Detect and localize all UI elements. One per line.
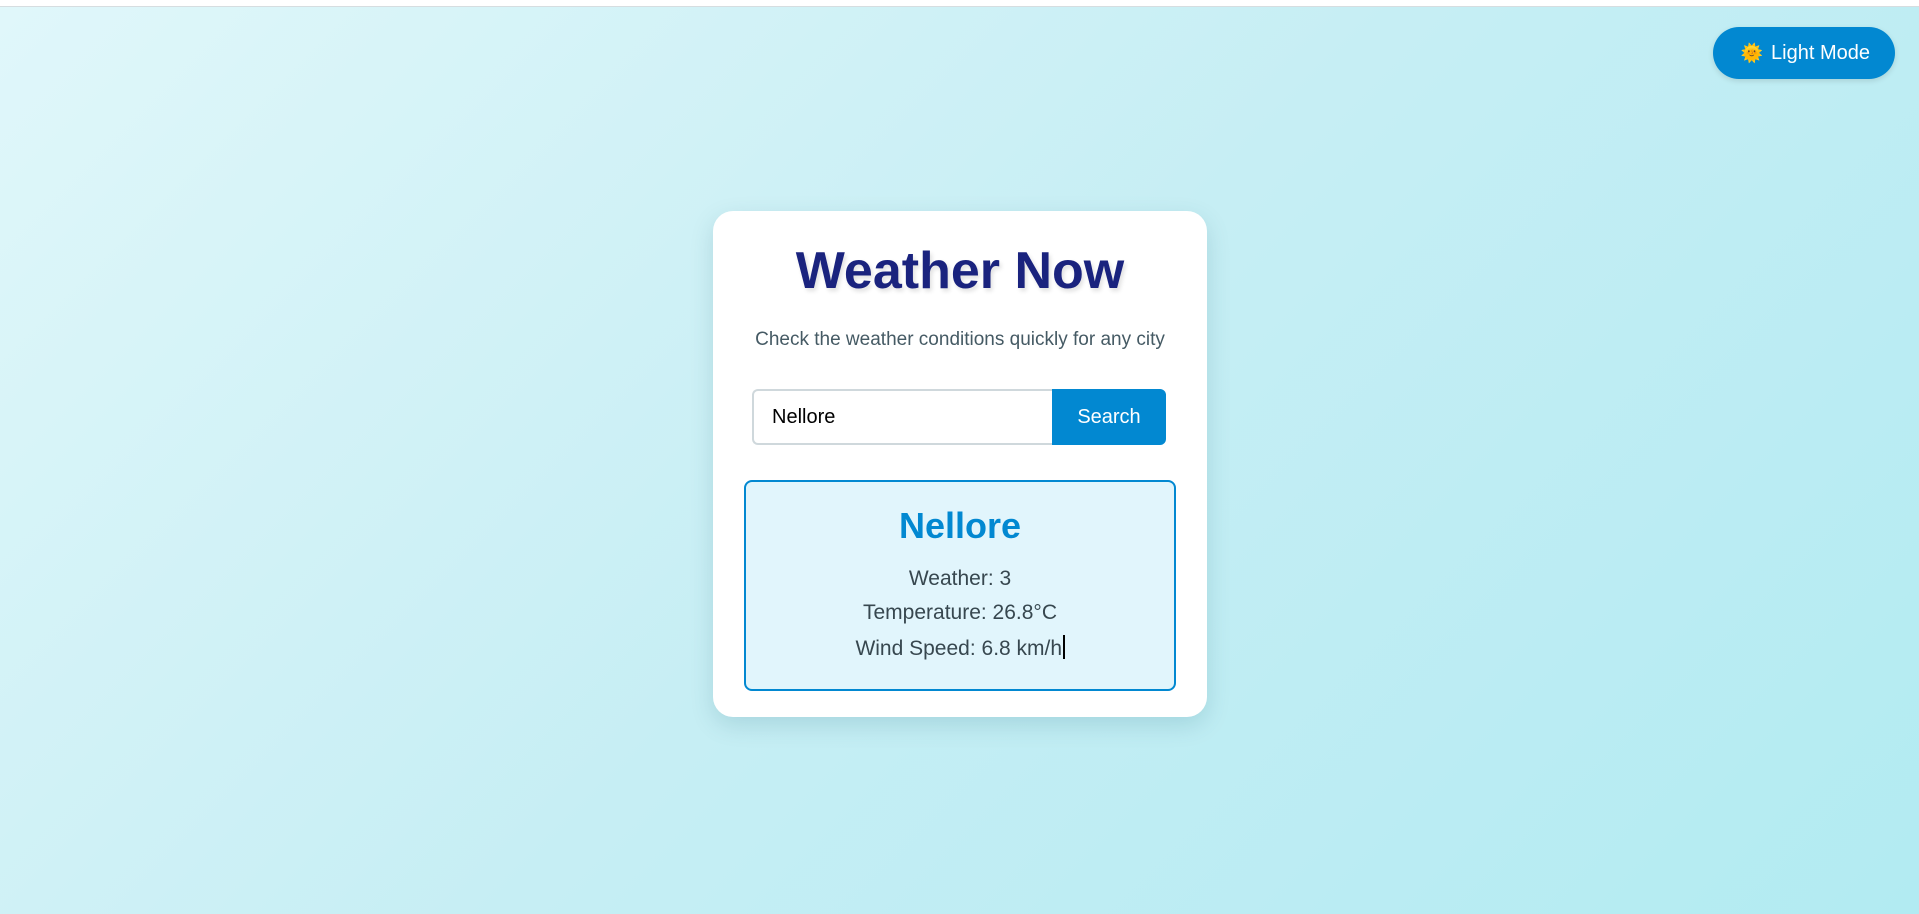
theme-toggle-label: Light Mode (1771, 41, 1870, 64)
result-city-name: Nellore (898, 505, 1022, 546)
theme-toggle-button[interactable]: 🌞 Light Mode (1712, 27, 1895, 79)
page-background: 🌞 Light Mode Weather Now Check the weath… (0, 6, 1919, 914)
page-title: Weather Now (795, 242, 1125, 300)
city-search-input[interactable] (752, 389, 1052, 445)
sun-icon: 🌞 (1740, 43, 1764, 63)
text-cursor (1063, 635, 1065, 659)
wind-speed-value: Wind Speed: 6.8 km/h (855, 637, 1063, 660)
temperature-value: Temperature: 26.8°C (863, 601, 1057, 624)
weather-card: Weather Now Check the weather conditions… (713, 211, 1207, 717)
search-bar: Search (752, 389, 1166, 445)
page-subtitle: Check the weather conditions quickly for… (755, 329, 1165, 350)
wind-speed-row: Wind Speed: 6.8 km/h (746, 635, 1174, 659)
weather-code: Weather: 3 (908, 567, 1012, 590)
weather-result-panel: Nellore Weather: 3 Temperature: 26.8°C W… (744, 480, 1176, 691)
search-button[interactable]: Search (1052, 389, 1166, 445)
